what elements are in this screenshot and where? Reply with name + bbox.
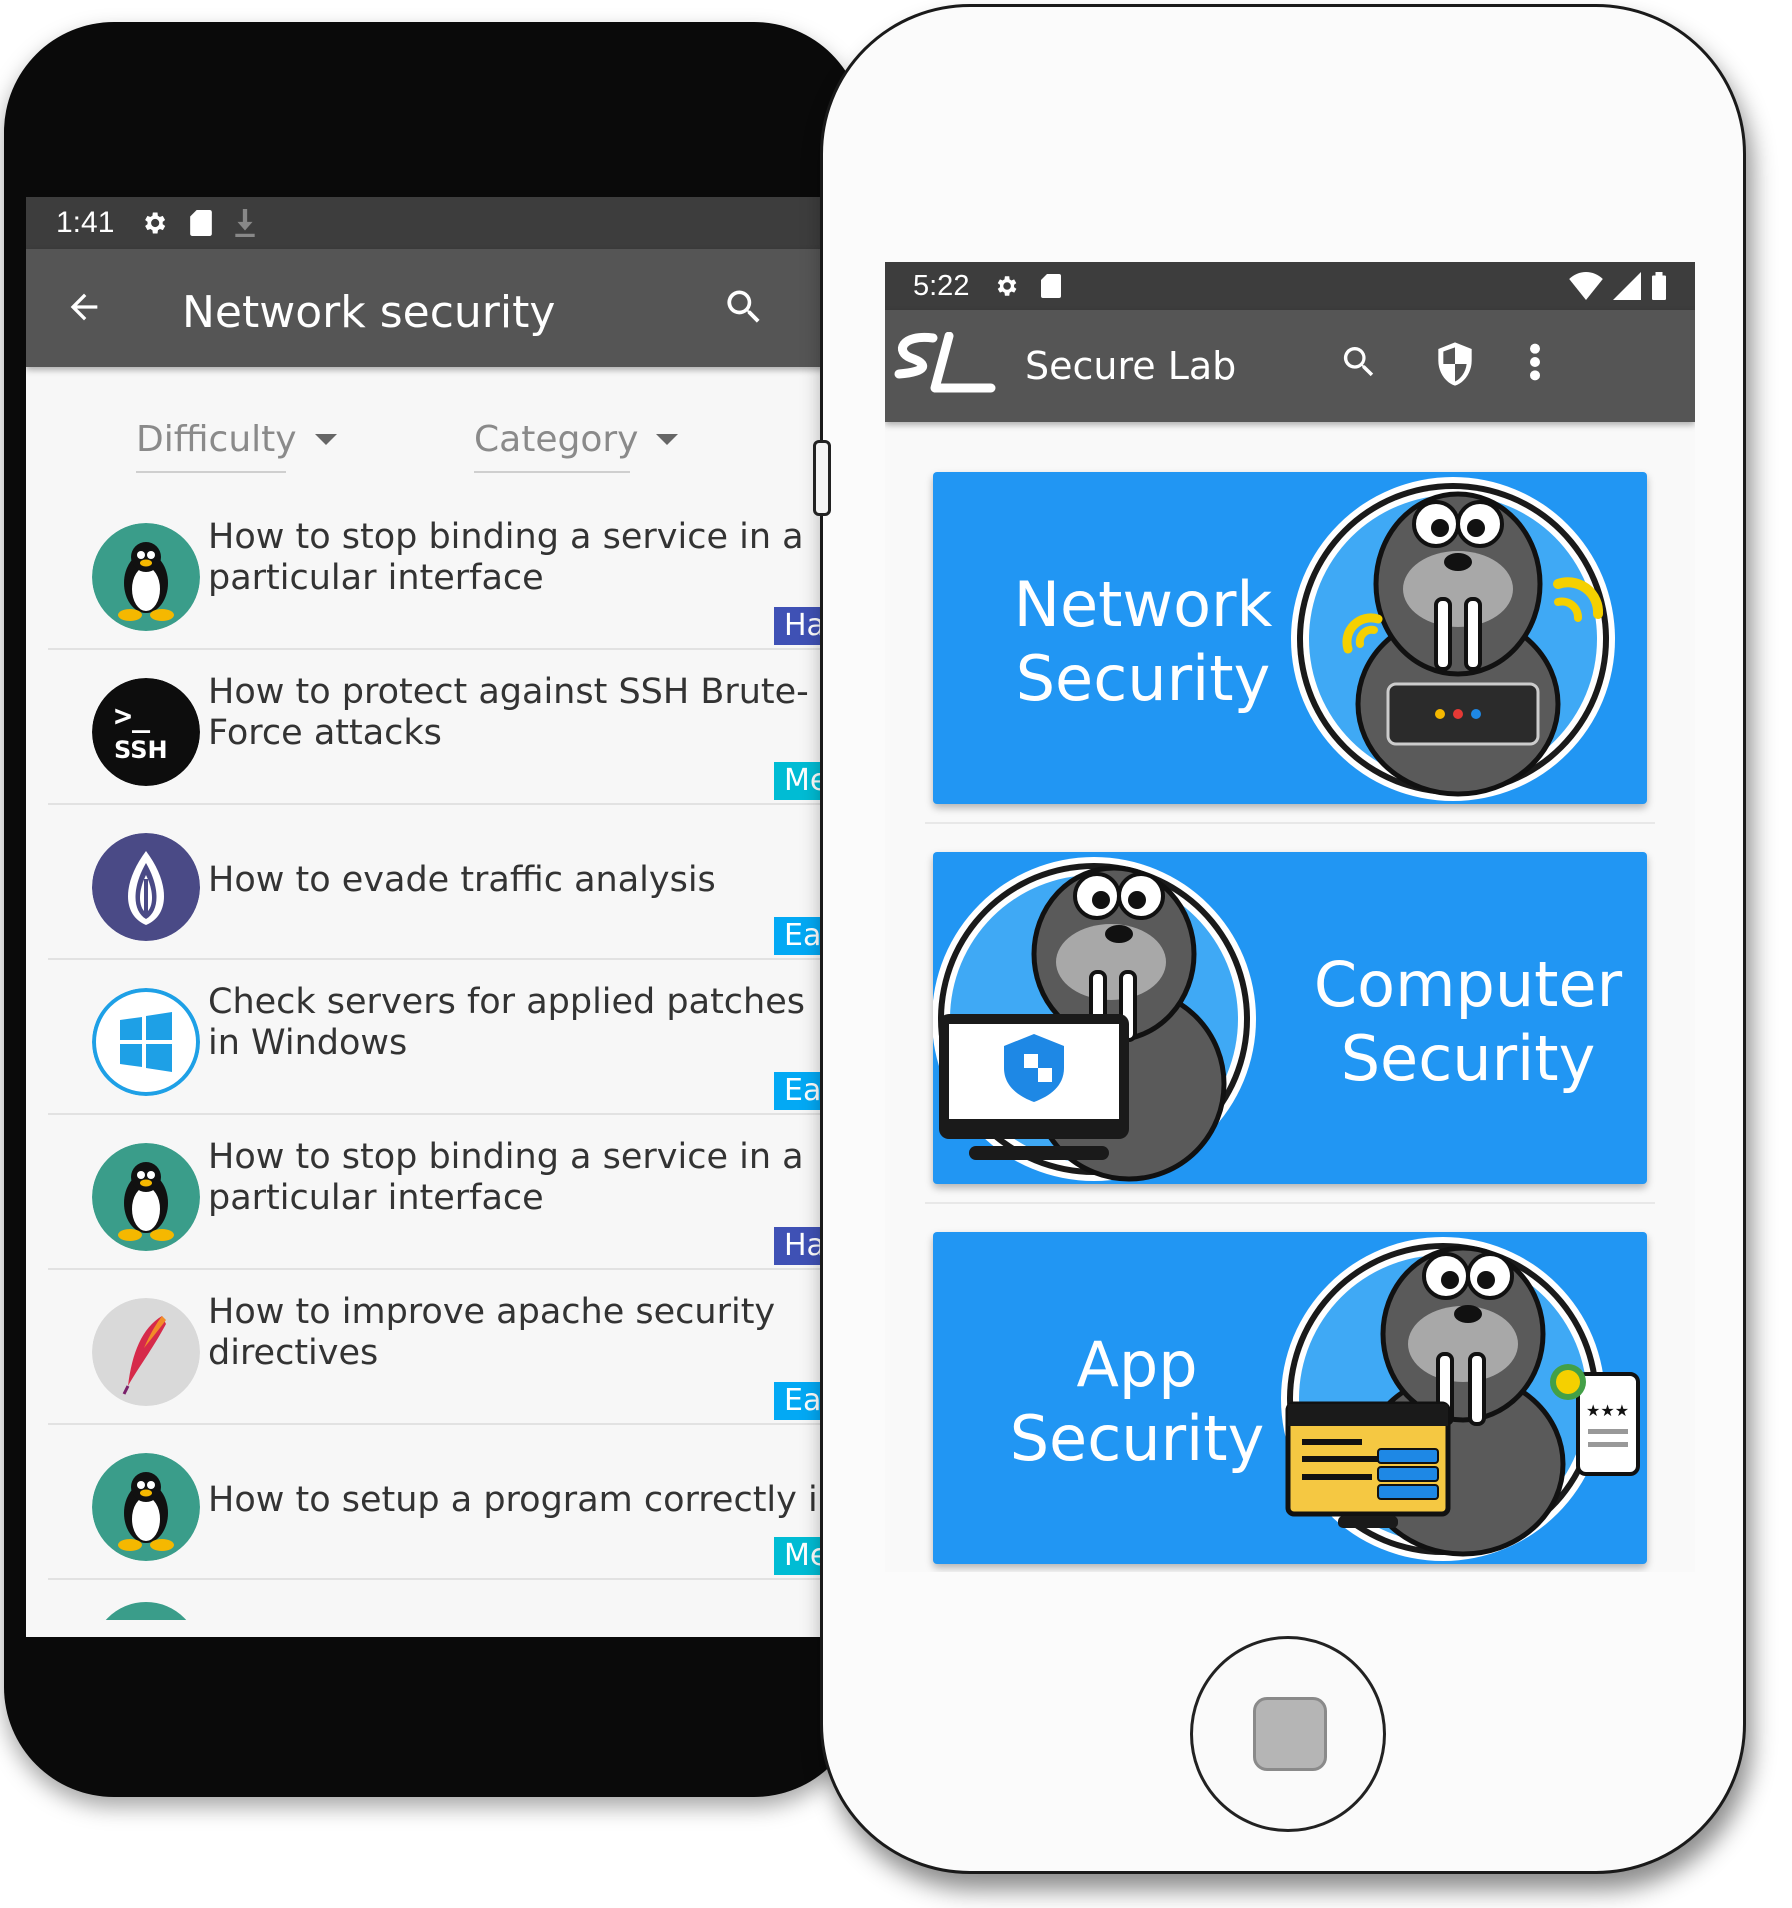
svg-text:★★★: ★★★	[1586, 1401, 1629, 1420]
list-item-partial	[48, 1580, 856, 1620]
walrus-network-illustration	[1288, 474, 1628, 804]
filter-bar: Difficulty Category	[26, 367, 856, 507]
card-title: Network Security	[963, 568, 1323, 716]
tutorial-list: How to stop binding a service in a parti…	[26, 495, 856, 1620]
list-item-title: How to stop binding a service in a parti…	[208, 517, 804, 598]
list-item-title: How to stop binding a service in a parti…	[208, 1137, 804, 1218]
divider	[925, 822, 1655, 824]
app-title: Secure Lab	[1025, 344, 1237, 388]
tor-onion-icon	[92, 833, 200, 941]
linux-tux-icon	[92, 1602, 200, 1620]
signal-icon	[1613, 272, 1641, 300]
card-title: App Security	[957, 1328, 1317, 1476]
settings-icon	[993, 273, 1019, 299]
list-item[interactable]: Check servers for applied patches in Win…	[48, 960, 856, 1115]
side-button[interactable]	[813, 440, 831, 516]
category-label: Category	[474, 418, 639, 460]
difficulty-label: Difficulty	[136, 418, 297, 460]
list-item[interactable]: >_ SSH How to protect against SSH Brute-…	[48, 650, 856, 805]
card-title-line1: App	[1076, 1328, 1198, 1401]
network-security-card[interactable]: Network Security	[933, 472, 1647, 804]
status-right-icons	[1569, 272, 1667, 300]
card-title-line1: Computer	[1313, 948, 1623, 1021]
back-phone-screen: 1:41 Network security Difficulty Categor…	[26, 197, 856, 1637]
page-title: Network security	[182, 287, 556, 338]
status-bar: 5:22	[885, 262, 1695, 310]
secure-lab-logo	[891, 331, 1001, 407]
linux-tux-icon	[92, 523, 200, 631]
divider	[925, 1202, 1655, 1204]
linux-tux-icon	[92, 1453, 200, 1561]
wifi-icon	[1569, 272, 1603, 300]
list-item-title: Check servers for applied patches in Win…	[208, 982, 805, 1063]
svg-text:SSH: SSH	[114, 736, 168, 764]
linux-tux-icon	[92, 1143, 200, 1251]
chevron-down-icon	[656, 433, 679, 445]
ssh-terminal-icon: >_ SSH	[92, 678, 200, 786]
front-phone: 5:22 Secure Lab Network Security Compute…	[820, 4, 1746, 1874]
difficulty-dropdown[interactable]: Difficulty	[136, 407, 337, 473]
card-title-line2: Security	[1015, 642, 1271, 715]
settings-icon	[140, 209, 168, 237]
list-item[interactable]: How to setup a program correctly in linu…	[48, 1425, 856, 1580]
battery-icon	[1652, 272, 1666, 300]
search-icon[interactable]	[1339, 342, 1379, 387]
home-button[interactable]	[1190, 1636, 1386, 1832]
shield-icon[interactable]	[1435, 342, 1475, 391]
app-bar: Secure Lab	[885, 310, 1695, 422]
card-title: Computer Security	[1273, 948, 1647, 1096]
back-phone: 1:41 Network security Difficulty Categor…	[4, 22, 864, 1797]
apache-feather-icon	[92, 1298, 200, 1406]
windows-icon	[92, 988, 200, 1096]
sd-card-icon	[190, 210, 213, 236]
computer-security-card[interactable]: Computer Security	[933, 852, 1647, 1184]
list-item[interactable]: How to evade traffic analysis Eas	[48, 805, 856, 960]
walrus-app-illustration: ★★★	[1278, 1234, 1647, 1564]
list-item-title: How to evade traffic analysis	[208, 860, 716, 900]
more-vert-icon[interactable]	[1527, 342, 1543, 387]
category-dropdown[interactable]: Category	[474, 407, 679, 473]
list-item[interactable]: How to stop binding a service in a parti…	[48, 1115, 856, 1270]
status-time: 1:41	[56, 206, 115, 239]
list-item[interactable]: How to improve apache security directive…	[48, 1270, 856, 1425]
back-arrow-icon[interactable]	[64, 287, 104, 332]
front-phone-screen: 5:22 Secure Lab Network Security Compute…	[885, 262, 1695, 1572]
list-item[interactable]: How to stop binding a service in a parti…	[48, 495, 856, 650]
card-title-line2: Security	[1009, 1402, 1265, 1475]
app-security-card[interactable]: App Security ★★★	[933, 1232, 1647, 1564]
download-icon	[234, 209, 256, 237]
chevron-down-icon	[314, 433, 337, 445]
list-item-title: How to protect against SSH Brute-Force a…	[208, 672, 809, 753]
svg-text:>_: >_	[114, 699, 151, 734]
list-item-title: How to setup a program correctly in linu…	[208, 1480, 856, 1520]
list-item-title: How to improve apache security directive…	[208, 1292, 776, 1373]
status-time: 5:22	[913, 269, 970, 302]
card-title-line1: Network	[1013, 568, 1273, 641]
card-title-line2: Security	[1340, 1022, 1596, 1095]
walrus-computer-illustration	[933, 854, 1269, 1184]
sd-card-icon	[1041, 274, 1062, 298]
search-icon[interactable]	[722, 285, 766, 334]
status-bar: 1:41	[26, 197, 856, 249]
app-bar: Network security	[26, 249, 856, 367]
home-square-icon	[1253, 1697, 1327, 1771]
